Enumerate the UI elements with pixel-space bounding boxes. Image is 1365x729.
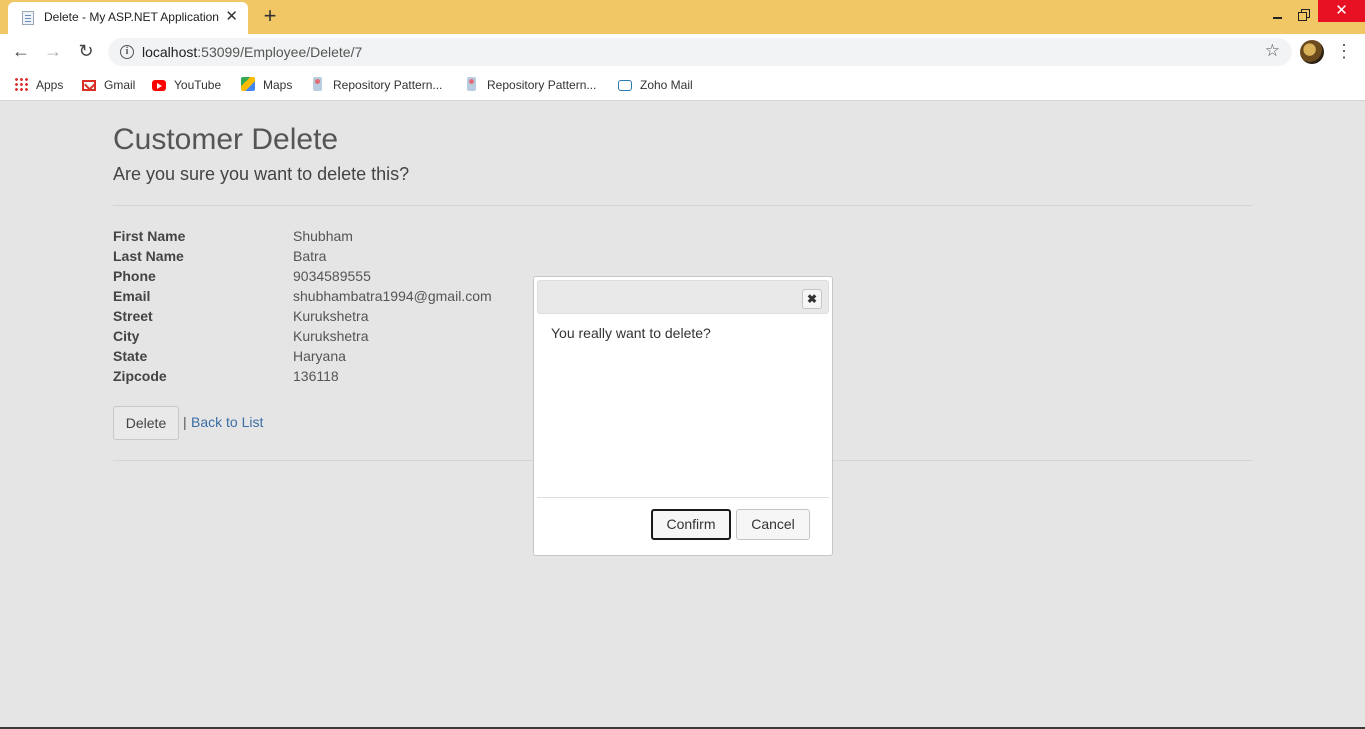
link-separator: | [183, 414, 187, 430]
detail-label: Street [113, 308, 153, 324]
forward-arrow-icon[interactable]: → [41, 39, 65, 63]
detail-row-first-name: First Name Shubham [113, 227, 613, 247]
youtube-icon [152, 80, 166, 91]
detail-label: Email [113, 288, 151, 304]
page-favicon-icon [22, 11, 34, 25]
bookmarks-bar: Apps Gmail YouTube Maps Repository Patte… [0, 69, 1365, 101]
bookmark-youtube[interactable]: YouTube [152, 75, 221, 95]
detail-value: Shubham [293, 228, 353, 244]
bookmark-repository-pattern-1[interactable]: Repository Pattern... [311, 75, 442, 95]
browser-titlebar: Delete - My ASP.NET Application ✕ + ✕ [0, 0, 1365, 34]
bookmark-apps[interactable]: Apps [14, 75, 63, 95]
tab-close-icon[interactable]: ✕ [225, 8, 238, 26]
profile-avatar[interactable] [1300, 40, 1324, 64]
reload-icon[interactable]: ↻ [74, 39, 98, 63]
new-tab-button[interactable]: + [258, 3, 282, 29]
browser-menu-icon[interactable]: ⋮ [1335, 39, 1353, 63]
detail-value: shubhambatra1994@gmail.com [293, 288, 492, 304]
bookmark-gmail[interactable]: Gmail [82, 75, 135, 95]
window-restore-button[interactable] [1294, 6, 1314, 26]
zoho-mail-icon [618, 80, 632, 91]
back-arrow-icon[interactable]: ← [9, 39, 33, 63]
detail-value: Kurukshetra [293, 308, 369, 324]
detail-value: Haryana [293, 348, 346, 364]
detail-label: Zipcode [113, 368, 167, 384]
url-text[interactable]: localhost:53099/Employee/Delete/7 [142, 44, 362, 60]
detail-label: Last Name [113, 248, 184, 264]
page-favicon-icon [313, 77, 322, 91]
detail-value: 136118 [293, 368, 339, 384]
confirm-button[interactable]: Confirm [651, 509, 731, 540]
window-close-button[interactable]: ✕ [1318, 0, 1365, 22]
apps-grid-icon [14, 77, 28, 91]
gmail-icon [82, 80, 96, 91]
browser-toolbar: ← → ↻ i localhost:53099/Employee/Delete/… [0, 34, 1365, 69]
delete-button[interactable]: Delete [113, 406, 179, 440]
detail-label: Phone [113, 268, 156, 284]
bookmark-zoho-mail[interactable]: Zoho Mail [618, 75, 693, 95]
close-icon[interactable]: ✖ [802, 289, 822, 309]
detail-value: Batra [293, 248, 327, 264]
address-bar[interactable]: i localhost:53099/Employee/Delete/7 ☆ [108, 38, 1292, 66]
back-to-list-link[interactable]: Back to List [191, 414, 263, 430]
browser-tab[interactable]: Delete - My ASP.NET Application ✕ [8, 2, 248, 34]
detail-value: Kurukshetra [293, 328, 369, 344]
detail-label: State [113, 348, 148, 364]
detail-row-last-name: Last Name Batra [113, 247, 613, 267]
page-subtitle: Are you sure you want to delete this? [113, 164, 410, 184]
maps-icon [241, 77, 255, 91]
site-info-icon[interactable]: i [120, 45, 134, 59]
page-title: Customer Delete [113, 123, 339, 156]
dialog-message: You really want to delete? [551, 325, 711, 341]
cancel-button[interactable]: Cancel [736, 509, 810, 540]
dialog-titlebar[interactable]: ✖ [537, 280, 829, 314]
detail-label: City [113, 328, 140, 344]
page-favicon-icon [467, 77, 476, 91]
divider [113, 205, 1253, 206]
confirm-dialog: ✖ You really want to delete? Confirm Can… [533, 276, 833, 556]
dialog-divider [537, 497, 829, 498]
detail-value: 9034589555 [293, 268, 371, 284]
tab-title: Delete - My ASP.NET Application [44, 10, 219, 24]
bookmark-star-icon[interactable]: ☆ [1265, 41, 1280, 61]
detail-label: First Name [113, 228, 186, 244]
bookmark-repository-pattern-2[interactable]: Repository Pattern... [465, 75, 596, 95]
window-minimize-button[interactable] [1268, 6, 1288, 26]
bookmark-maps[interactable]: Maps [241, 75, 292, 95]
